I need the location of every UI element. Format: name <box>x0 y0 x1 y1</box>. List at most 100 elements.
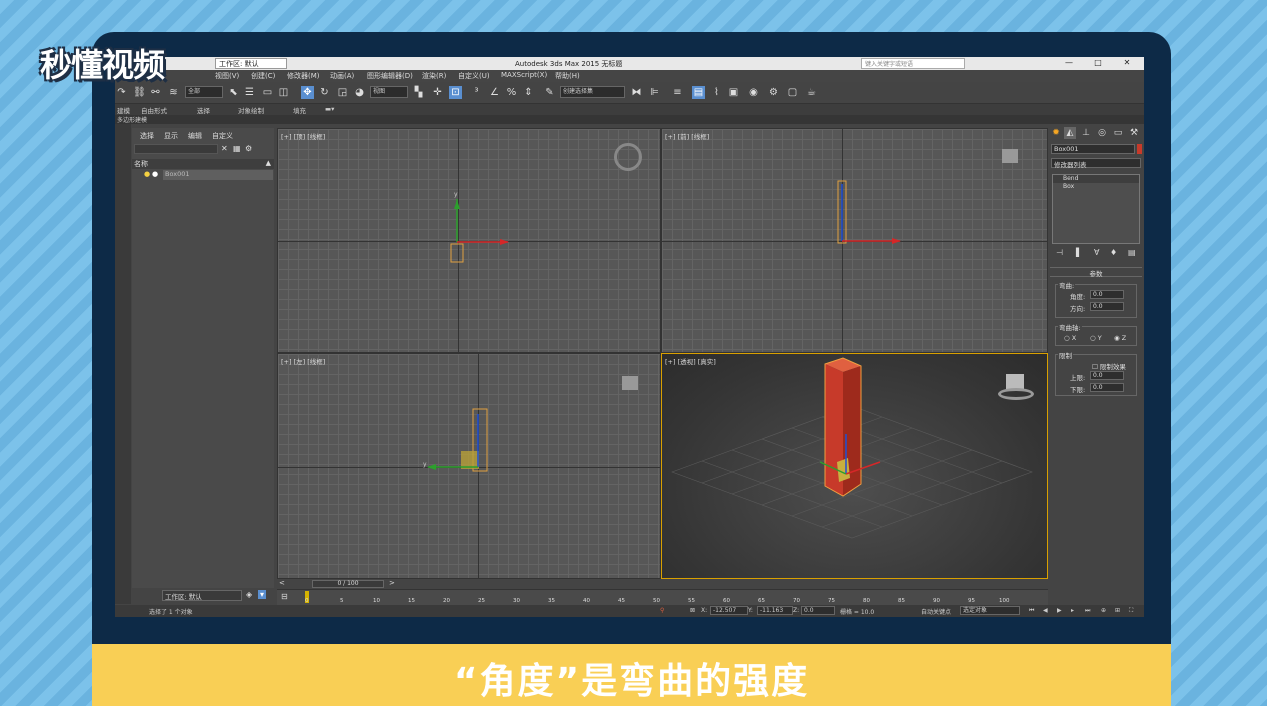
sort-arrow-icon[interactable]: ▲ <box>266 159 271 167</box>
schematic-view-icon[interactable]: ▣ <box>727 86 740 99</box>
clear-icon[interactable]: ✕ <box>221 144 228 153</box>
create-tab-icon[interactable]: ✹ <box>1050 127 1062 139</box>
lower-limit-spinner[interactable]: 0.0 <box>1090 383 1124 392</box>
axis-y-radio[interactable]: ○ Y <box>1090 334 1102 342</box>
explorer-search-input[interactable] <box>134 144 218 154</box>
utilities-tab-icon[interactable]: ⚒ <box>1128 127 1140 139</box>
modifier-list-dropdown[interactable]: 修改器列表 <box>1051 158 1141 169</box>
scale-icon[interactable]: ◲ <box>336 86 349 99</box>
zoom-icon[interactable]: ⊕ <box>1101 607 1106 614</box>
freeze-icon[interactable]: ● <box>152 170 158 178</box>
z-coordinate-field[interactable]: 0.0 <box>801 606 835 615</box>
hierarchy-tab-icon[interactable]: ⊥ <box>1080 127 1092 139</box>
menu-animation[interactable]: 动画(A) <box>330 71 354 81</box>
stack-item-bend[interactable]: Bend <box>1053 175 1139 183</box>
motion-tab-icon[interactable]: ◎ <box>1096 127 1108 139</box>
ribbon-tab-populate[interactable]: 填充 <box>293 105 306 115</box>
window-crossing-icon[interactable]: ◫ <box>277 86 290 99</box>
navcube-icon[interactable] <box>622 376 638 390</box>
timeline-toggle-icon[interactable]: ⊟ <box>281 592 288 601</box>
autokey-label[interactable]: 自动关键点 <box>921 607 951 616</box>
light-bulb-icon[interactable]: ● <box>144 170 150 178</box>
object-color-swatch[interactable] <box>1137 144 1142 154</box>
spinner-snap-icon[interactable]: ⇕ <box>522 86 535 99</box>
workspace-bottom-dropdown[interactable]: 工作区: 默认 <box>162 590 242 601</box>
explorer-tab-edit[interactable]: 编辑 <box>188 131 202 141</box>
rendered-frame-icon[interactable]: ▢ <box>786 86 799 99</box>
upper-limit-spinner[interactable]: 0.0 <box>1090 371 1124 380</box>
selection-filter-dropdown[interactable]: 全部 <box>185 86 223 98</box>
minimize-button[interactable]: — <box>1058 58 1080 67</box>
y-coordinate-field[interactable]: -11.163 <box>757 606 793 615</box>
ribbon-tab-selection[interactable]: 选择 <box>197 105 210 115</box>
go-to-start-icon[interactable]: ⏮ <box>1029 607 1034 615</box>
ribbon-tab-object-paint[interactable]: 对象绘制 <box>238 105 264 115</box>
unlink-icon[interactable]: ⚯ <box>149 86 162 99</box>
prev-frame-icon[interactable]: < <box>279 579 285 587</box>
maximize-button[interactable]: □ <box>1087 58 1109 67</box>
menu-help[interactable]: 帮助(H) <box>555 71 580 81</box>
curve-editor-icon[interactable]: ⌇ <box>710 86 723 99</box>
modify-tab-icon[interactable]: ◭ <box>1064 127 1076 139</box>
go-to-end-icon[interactable]: ⏭ <box>1085 607 1090 615</box>
direction-spinner[interactable]: 0.0 <box>1090 302 1124 311</box>
angle-spinner[interactable]: 0.0 <box>1090 290 1124 299</box>
explorer-tab-customize[interactable]: 自定义 <box>212 131 233 141</box>
next-frame-icon[interactable]: > <box>389 579 395 587</box>
material-editor-icon[interactable]: ◉ <box>747 86 760 99</box>
play-icon[interactable]: ▶ <box>1057 607 1062 614</box>
layer-explorer-icon[interactable]: ≡ <box>671 86 684 99</box>
maximize-viewport-icon[interactable]: ⛶ <box>1129 607 1133 615</box>
search-input[interactable]: 键入关键字或短语 <box>861 58 965 69</box>
rollout-title[interactable]: 参数 <box>1050 267 1142 278</box>
menu-create[interactable]: 创建(C) <box>251 71 275 81</box>
pivot-icon[interactable]: ▚ <box>412 86 425 99</box>
show-end-result-icon[interactable]: ▌ <box>1076 248 1082 257</box>
ribbon-options-icon[interactable]: ▬▾ <box>325 105 334 113</box>
redo-icon[interactable]: ↷ <box>115 86 128 99</box>
navcube-icon[interactable] <box>1002 149 1018 163</box>
render-teapot-icon[interactable]: ☕ <box>805 86 818 99</box>
limit-effect-checkbox[interactable]: ☐ 限制效果 <box>1092 361 1126 371</box>
menu-view[interactable]: 视图(V) <box>215 71 239 81</box>
select-object-icon[interactable]: ⬉ <box>227 86 240 99</box>
absolute-mode-icon[interactable]: ⊠ <box>690 607 695 614</box>
stack-item-box[interactable]: Box <box>1053 183 1139 191</box>
ribbon-tab-modeling[interactable]: 建模 <box>117 105 130 115</box>
mirror-icon[interactable]: ⧓ <box>630 86 643 99</box>
link-icon[interactable]: ⛓ <box>133 86 146 99</box>
menu-maxscript[interactable]: MAXScript(X) <box>501 71 547 79</box>
navcube-icon[interactable] <box>614 143 642 171</box>
prev-key-icon[interactable]: ◀ <box>1043 607 1048 614</box>
column-header[interactable]: 名称 ▲ <box>132 159 274 169</box>
remove-modifier-icon[interactable]: ♦ <box>1110 248 1117 257</box>
viewport-top[interactable]: [+] [顶] [线框] y <box>277 128 661 353</box>
display-icon[interactable]: ▾ <box>258 590 267 599</box>
close-button[interactable]: ✕ <box>1116 58 1138 67</box>
menu-rendering[interactable]: 渲染(R) <box>422 71 446 81</box>
menu-customize[interactable]: 自定义(U) <box>458 71 490 81</box>
lock-icon[interactable]: ⚲ <box>660 607 664 614</box>
next-key-icon[interactable]: ▸ <box>1071 607 1074 614</box>
move-icon[interactable]: ✥ <box>301 86 314 99</box>
align-icon[interactable]: ⊫ <box>648 86 661 99</box>
menu-modifiers[interactable]: 修改器(M) <box>287 71 320 81</box>
viewport-left[interactable]: [+] [左] [线框] y <box>277 353 661 579</box>
filter-icon[interactable]: ▦ <box>233 144 241 153</box>
render-setup-icon[interactable]: ⚙ <box>767 86 780 99</box>
rotate-icon[interactable]: ↻ <box>318 86 331 99</box>
viewport-front[interactable]: [+] [前] [线框] <box>661 128 1048 353</box>
place-icon[interactable]: ◕ <box>353 86 366 99</box>
layers-icon[interactable]: ◈ <box>246 590 252 599</box>
selected-dropdown[interactable]: 选定对象 <box>960 606 1020 615</box>
object-name-field[interactable]: Box001 <box>1051 144 1135 154</box>
pin-stack-icon[interactable]: ⊣ <box>1056 248 1063 257</box>
axis-z-radio[interactable]: ◉ Z <box>1114 334 1126 342</box>
rect-selection-icon[interactable]: ▭ <box>261 86 274 99</box>
scene-explorer-icon[interactable]: ▤ <box>692 86 705 99</box>
snap-toggle-icon[interactable]: ³ <box>470 86 483 99</box>
trackbar[interactable]: ⊟ 0 5 10 15 20 25 30 35 40 45 50 55 60 6… <box>277 589 1048 605</box>
ref-coord-dropdown[interactable]: 视图 <box>370 86 408 98</box>
configure-sets-icon[interactable]: ▤ <box>1128 248 1136 257</box>
display-tab-icon[interactable]: ▭ <box>1112 127 1124 139</box>
